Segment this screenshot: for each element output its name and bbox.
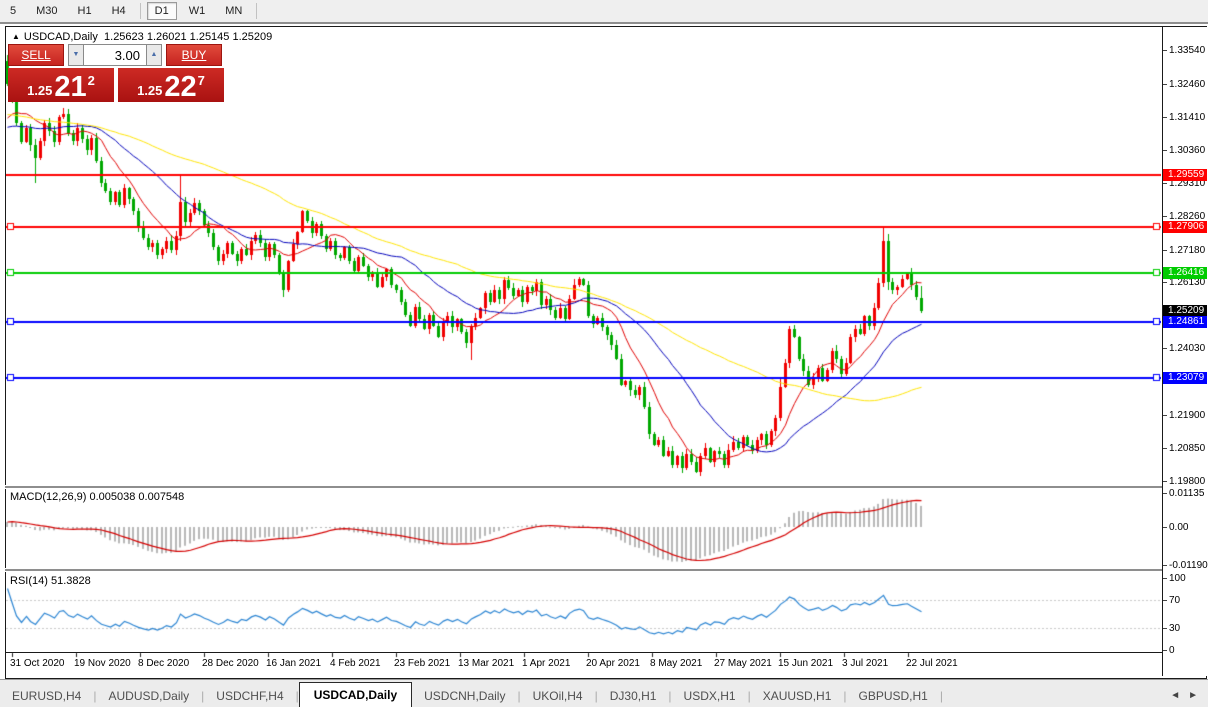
toolbar-separator [256, 3, 258, 19]
chart-ohlc-header: ▲ USDCAD,Daily 1.25623 1.26021 1.25145 1.… [12, 31, 272, 43]
volume-decrease-button[interactable]: ▼ [68, 44, 84, 66]
rsi-axis-tick: 30 [1163, 623, 1207, 634]
sell-price-base: 1.25 [27, 83, 53, 98]
level-price-badge: 1.26416 [1163, 267, 1207, 280]
rsi-axis-tick: 70 [1163, 595, 1207, 606]
date-axis-label: 16 Jan 2021 [266, 658, 322, 669]
price-axis-tick: 1.20850 [1163, 443, 1207, 454]
buy-button[interactable]: BUY [166, 44, 222, 66]
date-axis-label: 20 Apr 2021 [586, 658, 640, 669]
level-price-badge: 1.29559 [1163, 168, 1207, 181]
buy-price-pips: 22 [164, 71, 197, 103]
timeframe-button-w1[interactable]: W1 [181, 2, 214, 20]
date-axis: 31 Oct 2020 19 Nov 2020 8 Dec 2020 28 Dec 2… [6, 658, 1161, 676]
price-axis-tick: 1.31410 [1163, 112, 1207, 123]
price-axis-tick: 1.32460 [1163, 79, 1207, 90]
tab-xauusd[interactable]: XAUUSD,H1 [751, 685, 844, 707]
tab-usdx[interactable]: USDX,H1 [672, 685, 748, 707]
price-axis-tick: 1.21900 [1163, 410, 1207, 421]
tab-dj30[interactable]: DJ30,H1 [598, 685, 669, 707]
collapse-triangle-icon[interactable]: ▲ [12, 32, 20, 41]
level-price-badge: 1.23079 [1163, 372, 1207, 385]
toolbar-separator [139, 3, 141, 19]
date-axis-label: 8 May 2021 [650, 658, 703, 669]
tab-ukoil[interactable]: UKOil,H4 [521, 685, 595, 707]
level-price-badge: 1.24861 [1163, 316, 1207, 329]
price-axis-tick: 1.30360 [1163, 145, 1207, 156]
timeframe-button-5[interactable]: 5 [2, 2, 24, 20]
rsi-axis-tick: 100 [1163, 573, 1207, 584]
tab-scroll-left-icon[interactable]: ◄ [1170, 690, 1180, 701]
date-axis-separator [6, 652, 1206, 653]
sell-price-pips: 21 [54, 71, 87, 103]
date-axis-label: 3 Jul 2021 [842, 658, 889, 669]
date-axis-label: 19 Nov 2020 [74, 658, 131, 669]
price-axis-tick: 1.24030 [1163, 343, 1207, 354]
rsi-axis-tick: 0 [1163, 645, 1207, 656]
volume-input[interactable] [84, 44, 146, 66]
tab-gbpusd[interactable]: GBPUSD,H1 [847, 685, 940, 707]
price-axis-tick: 1.27180 [1163, 245, 1207, 256]
sell-price-point: 2 [87, 73, 95, 88]
date-axis-label: 15 Jun 2021 [778, 658, 834, 669]
price-axis: 1.33540 1.32460 1.31410 1.30360 1.29310 1.282… [1163, 27, 1208, 676]
chart-symbol-label: USDCAD,Daily [23, 31, 98, 43]
symbol-tab-bar: EURUSD,H4 | AUDUSD,Daily | USDCHF,H4 | USDCAD,… [0, 679, 1208, 707]
sell-price-display[interactable]: 1.25 21 2 [8, 68, 114, 102]
timeframe-button-h4[interactable]: H4 [104, 2, 134, 20]
level-price-badge: 1.27906 [1163, 220, 1207, 233]
date-axis-label: 8 Dec 2020 [138, 658, 190, 669]
date-axis-label: 23 Feb 2021 [394, 658, 451, 669]
chart-ohlc-values: 1.25623 1.26021 1.25145 1.25209 [104, 31, 273, 43]
date-axis-label: 31 Oct 2020 [10, 658, 65, 669]
price-chart-canvas[interactable] [6, 27, 1161, 658]
price-axis-tick: 1.33540 [1163, 45, 1207, 56]
macd-axis-tick: 0.00 [1163, 522, 1207, 533]
tab-usdchf[interactable]: USDCHF,H4 [204, 685, 295, 707]
panel-splitter-rsi[interactable] [5, 568, 1206, 572]
timeframe-toolbar: 5 M30 H1 H4 D1 W1 MN [0, 0, 1208, 24]
volume-increase-button[interactable]: ▲ [146, 44, 162, 66]
date-axis-label: 4 Feb 2021 [330, 658, 381, 669]
buy-price-display[interactable]: 1.25 22 7 [118, 68, 224, 102]
buy-price-point: 7 [197, 73, 205, 88]
tab-scroll-right-icon[interactable]: ► [1188, 690, 1198, 701]
macd-axis-tick: -0.01190 [1163, 560, 1208, 571]
date-axis-label: 22 Jul 2021 [906, 658, 958, 669]
timeframe-button-m30[interactable]: M30 [28, 2, 65, 20]
date-axis-label: 13 Mar 2021 [458, 658, 515, 669]
sell-button[interactable]: SELL [8, 44, 64, 66]
tab-eurusd[interactable]: EURUSD,H4 [0, 685, 93, 707]
price-axis-tick: 1.19800 [1163, 476, 1207, 487]
one-click-trading-panel: SELL ▼ ▲ BUY 1.25 21 2 1.25 22 7 [8, 44, 232, 102]
date-axis-label: 28 Dec 2020 [202, 658, 259, 669]
macd-indicator-label: MACD(12,26,9) 0.005038 0.007548 [10, 491, 185, 503]
date-axis-label: 1 Apr 2021 [522, 658, 571, 669]
trading-terminal-window: 5 M30 H1 H4 D1 W1 MN ▲ USDCAD,Daily 1.25623 1.2… [0, 0, 1208, 707]
macd-axis-tick: 0.01135 [1163, 488, 1207, 499]
timeframe-button-d1[interactable]: D1 [146, 2, 177, 20]
tab-audusd[interactable]: AUDUSD,Daily [96, 685, 201, 707]
panel-splitter-macd[interactable] [5, 485, 1206, 489]
tab-usdcnh[interactable]: USDCNH,Daily [412, 685, 517, 707]
rsi-indicator-label: RSI(14) 51.3828 [10, 575, 91, 587]
timeframe-button-mn[interactable]: MN [217, 2, 250, 20]
tab-usdcad[interactable]: USDCAD,Daily [298, 682, 413, 707]
timeframe-button-h1[interactable]: H1 [70, 2, 100, 20]
date-axis-label: 27 May 2021 [714, 658, 772, 669]
buy-price-base: 1.25 [137, 83, 163, 98]
tab-separator: | [939, 689, 943, 703]
